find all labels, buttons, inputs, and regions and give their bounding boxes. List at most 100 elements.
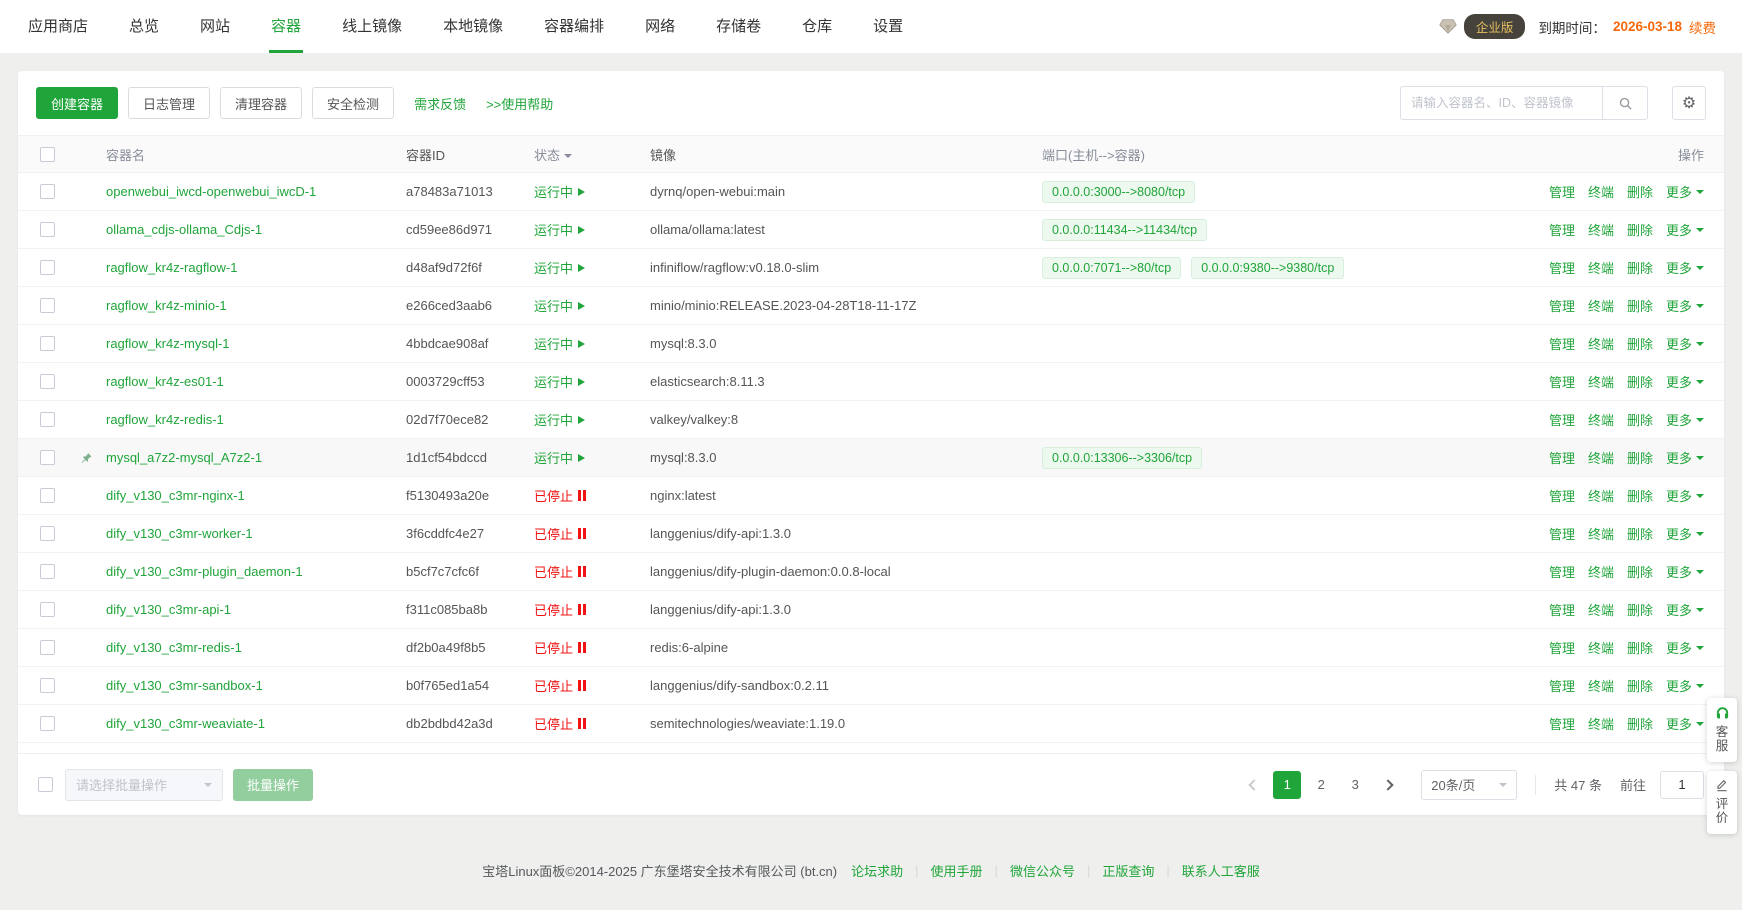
action-delete[interactable]: 删除 bbox=[1627, 486, 1653, 505]
action-delete[interactable]: 删除 bbox=[1627, 752, 1653, 753]
status-badge[interactable]: 已停止 bbox=[534, 524, 586, 543]
container-name-link[interactable]: openwebui_iwcd-openwebui_iwcD-1 bbox=[106, 184, 316, 199]
action-terminal[interactable]: 终端 bbox=[1588, 372, 1614, 391]
action-delete[interactable]: 删除 bbox=[1627, 220, 1653, 239]
action-more[interactable]: 更多 bbox=[1666, 182, 1704, 201]
status-badge[interactable]: 运行中 bbox=[534, 220, 585, 239]
action-manage[interactable]: 管理 bbox=[1549, 562, 1575, 581]
action-manage[interactable]: 管理 bbox=[1549, 638, 1575, 657]
container-name-link[interactable]: dify_v130_c3mr-worker-1 bbox=[106, 526, 253, 541]
container-name-link[interactable]: dify_v130_c3mr-weaviate-1 bbox=[106, 716, 265, 731]
action-manage[interactable]: 管理 bbox=[1549, 486, 1575, 505]
status-badge[interactable]: 已停止 bbox=[534, 676, 586, 695]
status-badge[interactable]: 运行中 bbox=[534, 296, 585, 315]
action-delete[interactable]: 删除 bbox=[1627, 372, 1653, 391]
row-checkbox[interactable] bbox=[40, 678, 55, 693]
row-checkbox[interactable] bbox=[40, 640, 55, 655]
status-badge[interactable]: 运行中 bbox=[534, 258, 585, 277]
action-delete[interactable]: 删除 bbox=[1627, 638, 1653, 657]
row-checkbox[interactable] bbox=[40, 222, 55, 237]
status-badge[interactable]: 运行中 bbox=[534, 372, 585, 391]
action-delete[interactable]: 删除 bbox=[1627, 714, 1653, 733]
nav-tab-network[interactable]: 网络 bbox=[643, 0, 677, 53]
help-link[interactable]: >>使用帮助 bbox=[486, 94, 553, 113]
action-terminal[interactable]: 终端 bbox=[1588, 600, 1614, 619]
action-more[interactable]: 更多 bbox=[1666, 600, 1704, 619]
footer-link-1[interactable]: 使用手册 bbox=[931, 861, 983, 880]
action-delete[interactable]: 删除 bbox=[1627, 334, 1653, 353]
next-page-button[interactable] bbox=[1375, 772, 1401, 798]
status-badge[interactable]: 运行中 bbox=[534, 448, 585, 467]
row-checkbox[interactable] bbox=[40, 716, 55, 731]
action-manage[interactable]: 管理 bbox=[1549, 296, 1575, 315]
action-terminal[interactable]: 终端 bbox=[1588, 182, 1614, 201]
nav-tab-app-store[interactable]: 应用商店 bbox=[26, 0, 90, 53]
row-checkbox[interactable] bbox=[40, 298, 55, 313]
action-terminal[interactable]: 终端 bbox=[1588, 676, 1614, 695]
action-delete[interactable]: 删除 bbox=[1627, 258, 1653, 277]
status-badge[interactable]: 已停止 bbox=[534, 562, 586, 581]
action-terminal[interactable]: 终端 bbox=[1588, 714, 1614, 733]
goto-page-input[interactable] bbox=[1660, 771, 1704, 799]
status-badge[interactable]: 运行中 bbox=[534, 182, 585, 201]
nav-tab-repos[interactable]: 仓库 bbox=[800, 0, 834, 53]
container-name-link[interactable]: dify_v130_c3mr-sandbox-1 bbox=[106, 678, 263, 693]
nav-tab-overview[interactable]: 总览 bbox=[127, 0, 161, 53]
batch-apply-button[interactable]: 批量操作 bbox=[233, 769, 313, 801]
row-checkbox[interactable] bbox=[40, 412, 55, 427]
action-more[interactable]: 更多 bbox=[1666, 524, 1704, 543]
action-manage[interactable]: 管理 bbox=[1549, 410, 1575, 429]
feedback-link[interactable]: 需求反馈 bbox=[414, 94, 466, 113]
create-container-button[interactable]: 创建容器 bbox=[36, 87, 118, 119]
action-more[interactable]: 更多 bbox=[1666, 220, 1704, 239]
select-all-checkbox[interactable] bbox=[40, 147, 55, 162]
action-terminal[interactable]: 终端 bbox=[1588, 410, 1614, 429]
action-more[interactable]: 更多 bbox=[1666, 258, 1704, 277]
action-manage[interactable]: 管理 bbox=[1549, 676, 1575, 695]
customer-service-widget[interactable]: 客服 bbox=[1707, 698, 1737, 762]
status-badge[interactable]: 已停止 bbox=[534, 600, 586, 619]
action-delete[interactable]: 删除 bbox=[1627, 676, 1653, 695]
action-more[interactable]: 更多 bbox=[1666, 486, 1704, 505]
action-terminal[interactable]: 终端 bbox=[1588, 486, 1614, 505]
action-manage[interactable]: 管理 bbox=[1549, 220, 1575, 239]
container-name-link[interactable]: dify_v130_c3mr-api-1 bbox=[106, 602, 231, 617]
page-button-2[interactable]: 2 bbox=[1307, 771, 1335, 799]
search-button[interactable] bbox=[1602, 86, 1648, 120]
action-delete[interactable]: 删除 bbox=[1627, 410, 1653, 429]
nav-tab-local-images[interactable]: 本地镜像 bbox=[441, 0, 505, 53]
status-badge[interactable]: 已停止 bbox=[534, 752, 586, 753]
container-name-link[interactable]: ragflow_kr4z-ragflow-1 bbox=[106, 260, 238, 275]
container-name-link[interactable]: dify_v130_c3mr-nginx-1 bbox=[106, 488, 245, 503]
row-checkbox[interactable] bbox=[40, 526, 55, 541]
enterprise-badge[interactable]: 企业版 bbox=[1464, 14, 1526, 39]
settings-button[interactable]: ⚙ bbox=[1672, 86, 1706, 120]
container-name-link[interactable]: dify_v130_c3mr-redis-1 bbox=[106, 640, 242, 655]
status-badge[interactable]: 运行中 bbox=[534, 410, 585, 429]
status-badge[interactable]: 运行中 bbox=[534, 334, 585, 353]
action-more[interactable]: 更多 bbox=[1666, 410, 1704, 429]
action-more[interactable]: 更多 bbox=[1666, 752, 1704, 753]
action-more[interactable]: 更多 bbox=[1666, 676, 1704, 695]
row-checkbox[interactable] bbox=[40, 602, 55, 617]
clean-container-button[interactable]: 清理容器 bbox=[220, 87, 302, 119]
action-terminal[interactable]: 终端 bbox=[1588, 448, 1614, 467]
security-check-button[interactable]: 安全检测 bbox=[312, 87, 394, 119]
container-name-link[interactable]: mysql_a7z2-mysql_A7z2-1 bbox=[106, 450, 262, 465]
action-terminal[interactable]: 终端 bbox=[1588, 524, 1614, 543]
action-manage[interactable]: 管理 bbox=[1549, 258, 1575, 277]
action-more[interactable]: 更多 bbox=[1666, 372, 1704, 391]
batch-action-select[interactable]: 请选择批量操作 bbox=[65, 769, 223, 801]
nav-tab-containers[interactable]: 容器 bbox=[269, 0, 303, 53]
action-terminal[interactable]: 终端 bbox=[1588, 752, 1614, 753]
action-delete[interactable]: 删除 bbox=[1627, 296, 1653, 315]
action-more[interactable]: 更多 bbox=[1666, 296, 1704, 315]
footer-link-3[interactable]: 正版查询 bbox=[1102, 861, 1154, 880]
footer-link-2[interactable]: 微信公众号 bbox=[1010, 861, 1075, 880]
container-name-link[interactable]: ragflow_kr4z-redis-1 bbox=[106, 412, 224, 427]
nav-tab-compose[interactable]: 容器编排 bbox=[542, 0, 606, 53]
search-input[interactable] bbox=[1400, 86, 1602, 120]
action-more[interactable]: 更多 bbox=[1666, 562, 1704, 581]
action-manage[interactable]: 管理 bbox=[1549, 448, 1575, 467]
action-terminal[interactable]: 终端 bbox=[1588, 258, 1614, 277]
